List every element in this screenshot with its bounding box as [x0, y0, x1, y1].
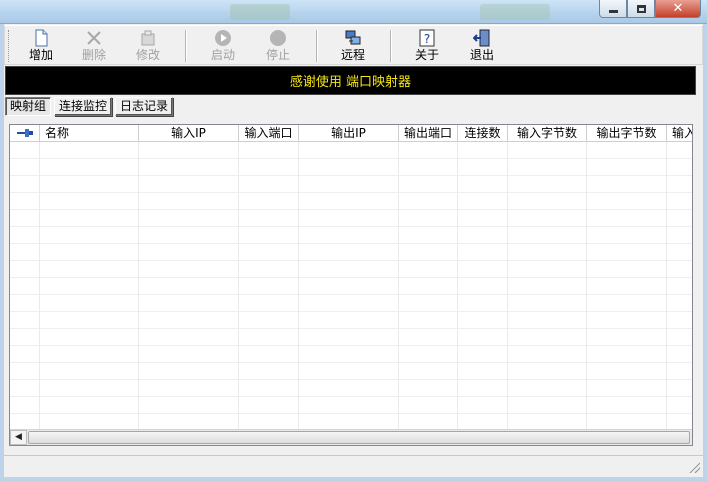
scroll-left-arrow-icon[interactable]: ◀ — [10, 430, 27, 445]
exit-button[interactable]: 退出 — [457, 27, 507, 64]
column-header-output-ip[interactable]: 输出IP — [299, 125, 399, 142]
tab-bar: 映射组 连接监控 日志记录 — [5, 97, 176, 117]
toolbar-separator — [185, 30, 187, 62]
help-icon: ? — [419, 29, 435, 47]
about-button-label: 关于 — [414, 48, 439, 62]
table-column — [587, 142, 667, 429]
edit-button[interactable]: 修改 — [123, 27, 173, 64]
start-button-label: 启动 — [210, 48, 235, 62]
edit-button-label: 修改 — [135, 48, 160, 62]
add-button[interactable]: 增加 — [16, 27, 66, 64]
column-header-input-ip[interactable]: 输入IP — [139, 125, 239, 142]
window-titlebar[interactable]: ✕ — [0, 0, 707, 24]
table-column — [458, 142, 508, 429]
titlebar-background-blur — [230, 4, 290, 20]
window-frame-left — [0, 24, 4, 482]
close-button[interactable]: ✕ — [655, 0, 701, 18]
stop-button[interactable]: 停止 — [253, 27, 303, 64]
column-header-pin[interactable] — [10, 125, 40, 142]
toolbar-grip[interactable] — [8, 30, 11, 62]
svg-text:?: ? — [424, 32, 430, 46]
maximize-button[interactable] — [627, 0, 655, 18]
add-document-icon — [35, 29, 48, 47]
remote-computer-icon — [345, 30, 361, 45]
horizontal-scrollbar[interactable]: ◀ — [10, 429, 692, 445]
welcome-banner: 感谢使用 端口映射器 — [5, 66, 696, 95]
column-header-input-truncated[interactable]: 输入 — [667, 125, 692, 142]
minimize-icon — [608, 10, 618, 13]
column-header-input-port[interactable]: 输入端口 — [239, 125, 299, 142]
column-header-name[interactable]: 名称 — [40, 125, 139, 142]
pin-icon — [16, 129, 33, 137]
banner-text: 感谢使用 端口映射器 — [289, 75, 412, 90]
table-column — [508, 142, 587, 429]
add-button-label: 增加 — [28, 48, 53, 62]
start-button[interactable]: 启动 — [198, 27, 248, 64]
titlebar-background-blur — [480, 4, 550, 20]
delete-button-label: 删除 — [81, 48, 106, 62]
about-button[interactable]: ? 关于 — [402, 27, 452, 64]
column-header-output-port[interactable]: 输出端口 — [399, 125, 458, 142]
table-column — [139, 142, 239, 429]
toolbar: 增加 删除 修改 启动 停止 远程 ? 关于 退出 — [4, 25, 703, 65]
window-controls: ✕ — [599, 0, 701, 18]
window-frame-right — [703, 24, 707, 482]
stop-button-label: 停止 — [265, 48, 290, 62]
tab-connection-monitor[interactable]: 连接监控 — [54, 97, 113, 116]
toolbar-separator — [316, 30, 318, 62]
column-header-connections[interactable]: 连接数 — [458, 125, 508, 142]
column-header-input-bytes[interactable]: 输入字节数 — [508, 125, 587, 142]
tab-mapping-group[interactable]: 映射组 — [5, 97, 52, 116]
table-column — [40, 142, 139, 429]
delete-button[interactable]: 删除 — [69, 27, 119, 64]
stop-icon — [270, 30, 286, 46]
resize-grip-icon[interactable] — [688, 461, 700, 473]
status-bar — [4, 455, 703, 476]
edit-icon — [141, 30, 155, 46]
close-icon: ✕ — [672, 0, 684, 16]
exit-door-icon — [473, 29, 490, 47]
toolbar-separator — [390, 30, 392, 62]
mapping-table[interactable]: 名称 输入IP 输入端口 输出IP 输出端口 连接数 输入字节数 输出字节数 输… — [9, 124, 693, 446]
scrollbar-thumb[interactable] — [28, 431, 690, 444]
remote-button-label: 远程 — [340, 48, 365, 62]
exit-button-label: 退出 — [469, 48, 494, 62]
table-column — [10, 142, 40, 429]
window-frame-bottom — [0, 477, 707, 482]
play-icon — [215, 30, 231, 46]
table-column — [239, 142, 299, 429]
delete-x-icon — [87, 31, 101, 45]
table-column — [399, 142, 458, 429]
minimize-button[interactable] — [599, 0, 627, 18]
remote-button[interactable]: 远程 — [328, 27, 378, 64]
table-column — [299, 142, 399, 429]
column-header-output-bytes[interactable]: 输出字节数 — [587, 125, 667, 142]
tab-log[interactable]: 日志记录 — [115, 97, 174, 116]
maximize-icon — [636, 4, 646, 13]
